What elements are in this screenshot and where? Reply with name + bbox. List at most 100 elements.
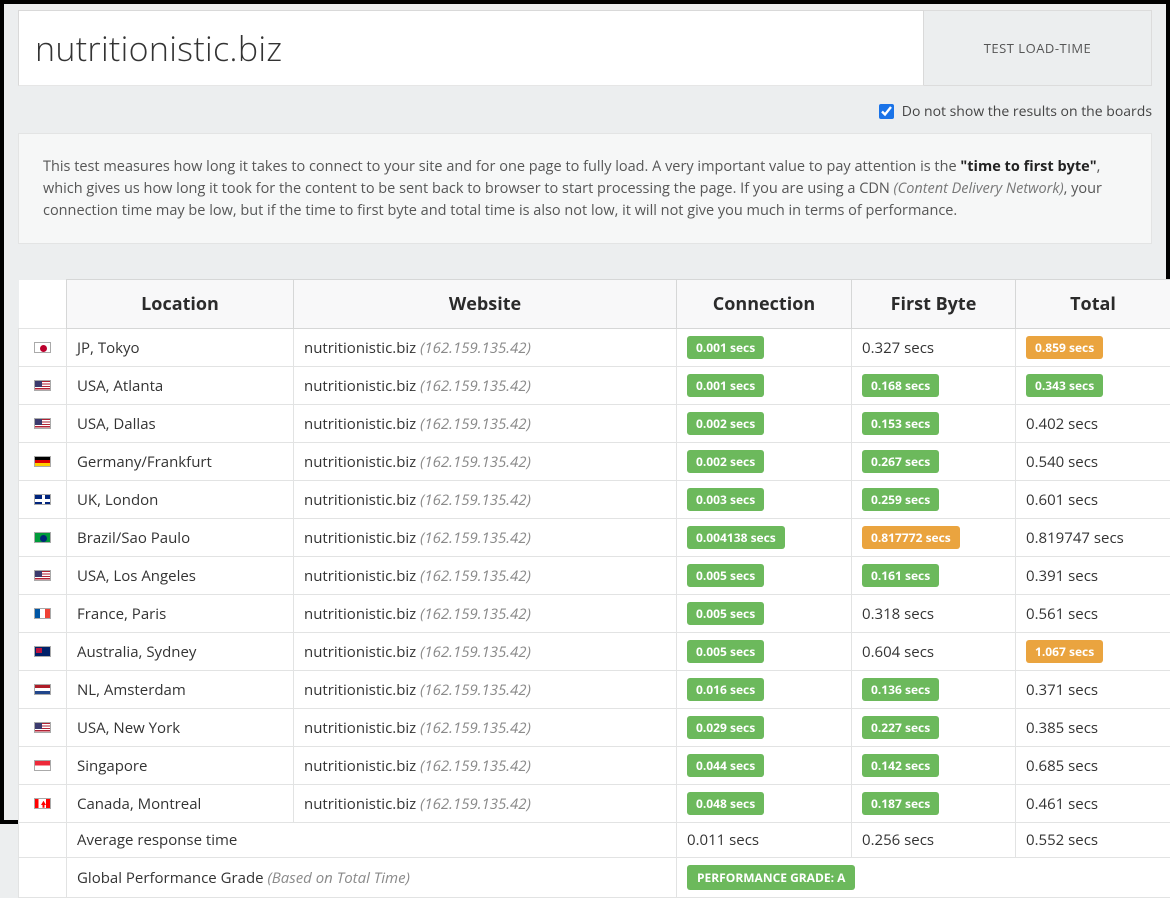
table-row: USA, Los Angeles nutritionistic.biz (162.… [19,557,1170,595]
grade-row: Global Performance Grade (Based on Total… [19,858,1170,898]
metric-badge: 0.161 secs [862,564,939,587]
metric-cell: 0.817772 secs [852,519,1016,557]
website-cell: nutritionistic.biz (162.159.135.42) [294,443,677,481]
hide-results-checkbox[interactable] [879,104,894,119]
flag-cell [19,633,67,671]
flag-icon [34,684,51,695]
flag-cell [19,858,67,898]
flag-cell [19,671,67,709]
average-value: 0.552 secs [1016,823,1170,858]
flag-cell [19,785,67,823]
site-name: nutritionistic.biz [304,566,416,586]
website-cell: nutritionistic.biz (162.159.135.42) [294,367,677,405]
metric-badge: 0.002 secs [687,412,764,435]
metric-cell: 0.003 secs [677,481,852,519]
metric-cell: 0.343 secs [1016,367,1170,405]
table-row: Australia, Sydneynutritionistic.biz (162… [19,633,1170,671]
table-row: NL, Amsterdamnutritionistic.biz (162.159… [19,671,1170,709]
metric-badge: 0.168 secs [862,374,939,397]
flag-icon [34,760,51,771]
metric-badge: 0.227 secs [862,716,939,739]
metric-badge: 0.259 secs [862,488,939,511]
metric-cell: 0.001 secs [677,329,852,367]
metric-cell: 0.685 secs [1016,747,1170,785]
flag-icon [34,798,51,809]
metric-badge: 0.003 secs [687,488,764,511]
metric-badge: 0.153 secs [862,412,939,435]
metric-badge: 0.859 secs [1026,336,1103,359]
site-ip: (162.159.135.42) [420,528,531,548]
metric-cell: 0.187 secs [852,785,1016,823]
location-cell: Canada, Montreal [67,785,294,823]
location-cell: USA, Atlanta [67,367,294,405]
site-ip: (162.159.135.42) [420,718,531,738]
website-cell: nutritionistic.biz (162.159.135.42) [294,481,677,519]
metric-cell: 0.461 secs [1016,785,1170,823]
site-name: nutritionistic.biz [304,756,416,776]
site-ip: (162.159.135.42) [420,338,531,358]
metric-cell: 0.604 secs [852,633,1016,671]
location-cell: Germany/Frankfurt [67,443,294,481]
metric-badge: 0.016 secs [687,678,764,701]
col-connection[interactable]: Connection [677,280,852,329]
location-cell: USA, Los Angeles [67,557,294,595]
metric-cell: 0.016 secs [677,671,852,709]
metric-cell: 0.227 secs [852,709,1016,747]
metric-badge: 0.029 secs [687,716,764,739]
site-name: nutritionistic.biz [304,528,416,548]
metric-cell: 0.048 secs [677,785,852,823]
metric-cell: 0.136 secs [852,671,1016,709]
metric-cell: 0.002 secs [677,443,852,481]
metric-cell: 0.005 secs [677,595,852,633]
flag-icon [34,494,51,505]
flag-icon [34,418,51,429]
site-name: nutritionistic.biz [304,680,416,700]
table-row: USA, Dallasnutritionistic.biz (162.159.1… [19,405,1170,443]
metric-cell: 0.371 secs [1016,671,1170,709]
table-row: USA, Atlantanutritionistic.biz (162.159.… [19,367,1170,405]
col-website[interactable]: Website [294,280,677,329]
location-cell: Singapore [67,747,294,785]
domain-input-box[interactable]: nutritionistic.biz [18,10,924,86]
average-value: 0.256 secs [852,823,1016,858]
metric-cell: 0.168 secs [852,367,1016,405]
flag-cell [19,519,67,557]
metric-badge: 0.343 secs [1026,374,1103,397]
metric-cell: 0.029 secs [677,709,852,747]
metric-badge: 1.067 secs [1026,640,1103,663]
table-row: France, Paris nutritionistic.biz (162.159… [19,595,1170,633]
location-cell: France, Paris [67,595,294,633]
site-name: nutritionistic.biz [304,604,416,624]
average-value: 0.011 secs [677,823,852,858]
test-load-time-button[interactable]: TEST LOAD-TIME [924,10,1152,86]
desc-text: This test measures how long it takes to … [43,157,960,176]
hide-results-option[interactable]: Do not show the results on the boards [879,102,1152,121]
site-ip: (162.159.135.42) [420,566,531,586]
site-ip: (162.159.135.42) [420,604,531,624]
site-ip: (162.159.135.42) [420,794,531,814]
col-total[interactable]: Total [1016,280,1170,329]
site-ip: (162.159.135.42) [420,756,531,776]
metric-cell: 0.859 secs [1016,329,1170,367]
flag-icon [34,570,51,581]
metric-cell: 0.001 secs [677,367,852,405]
metric-badge: 0.187 secs [862,792,939,815]
flag-cell [19,367,67,405]
website-cell: nutritionistic.biz (162.159.135.42) [294,747,677,785]
metric-badge: 0.005 secs [687,602,764,625]
flag-icon [34,532,51,543]
col-first-byte[interactable]: First Byte [852,280,1016,329]
metric-badge: 0.136 secs [862,678,939,701]
description-box: This test measures how long it takes to … [18,133,1152,244]
metric-badge: 0.817772 secs [862,526,960,549]
metric-badge: 0.005 secs [687,564,764,587]
grade-label: Global Performance Grade (Based on Total… [67,858,677,898]
col-location[interactable]: Location [67,280,294,329]
flag-cell [19,595,67,633]
metric-badge: 0.267 secs [862,450,939,473]
metric-cell: 0.161 secs [852,557,1016,595]
location-cell: NL, Amsterdam [67,671,294,709]
metric-badge: 0.142 secs [862,754,939,777]
metric-cell: 0.561 secs [1016,595,1170,633]
table-row: Singaporenutritionistic.biz (162.159.135… [19,747,1170,785]
